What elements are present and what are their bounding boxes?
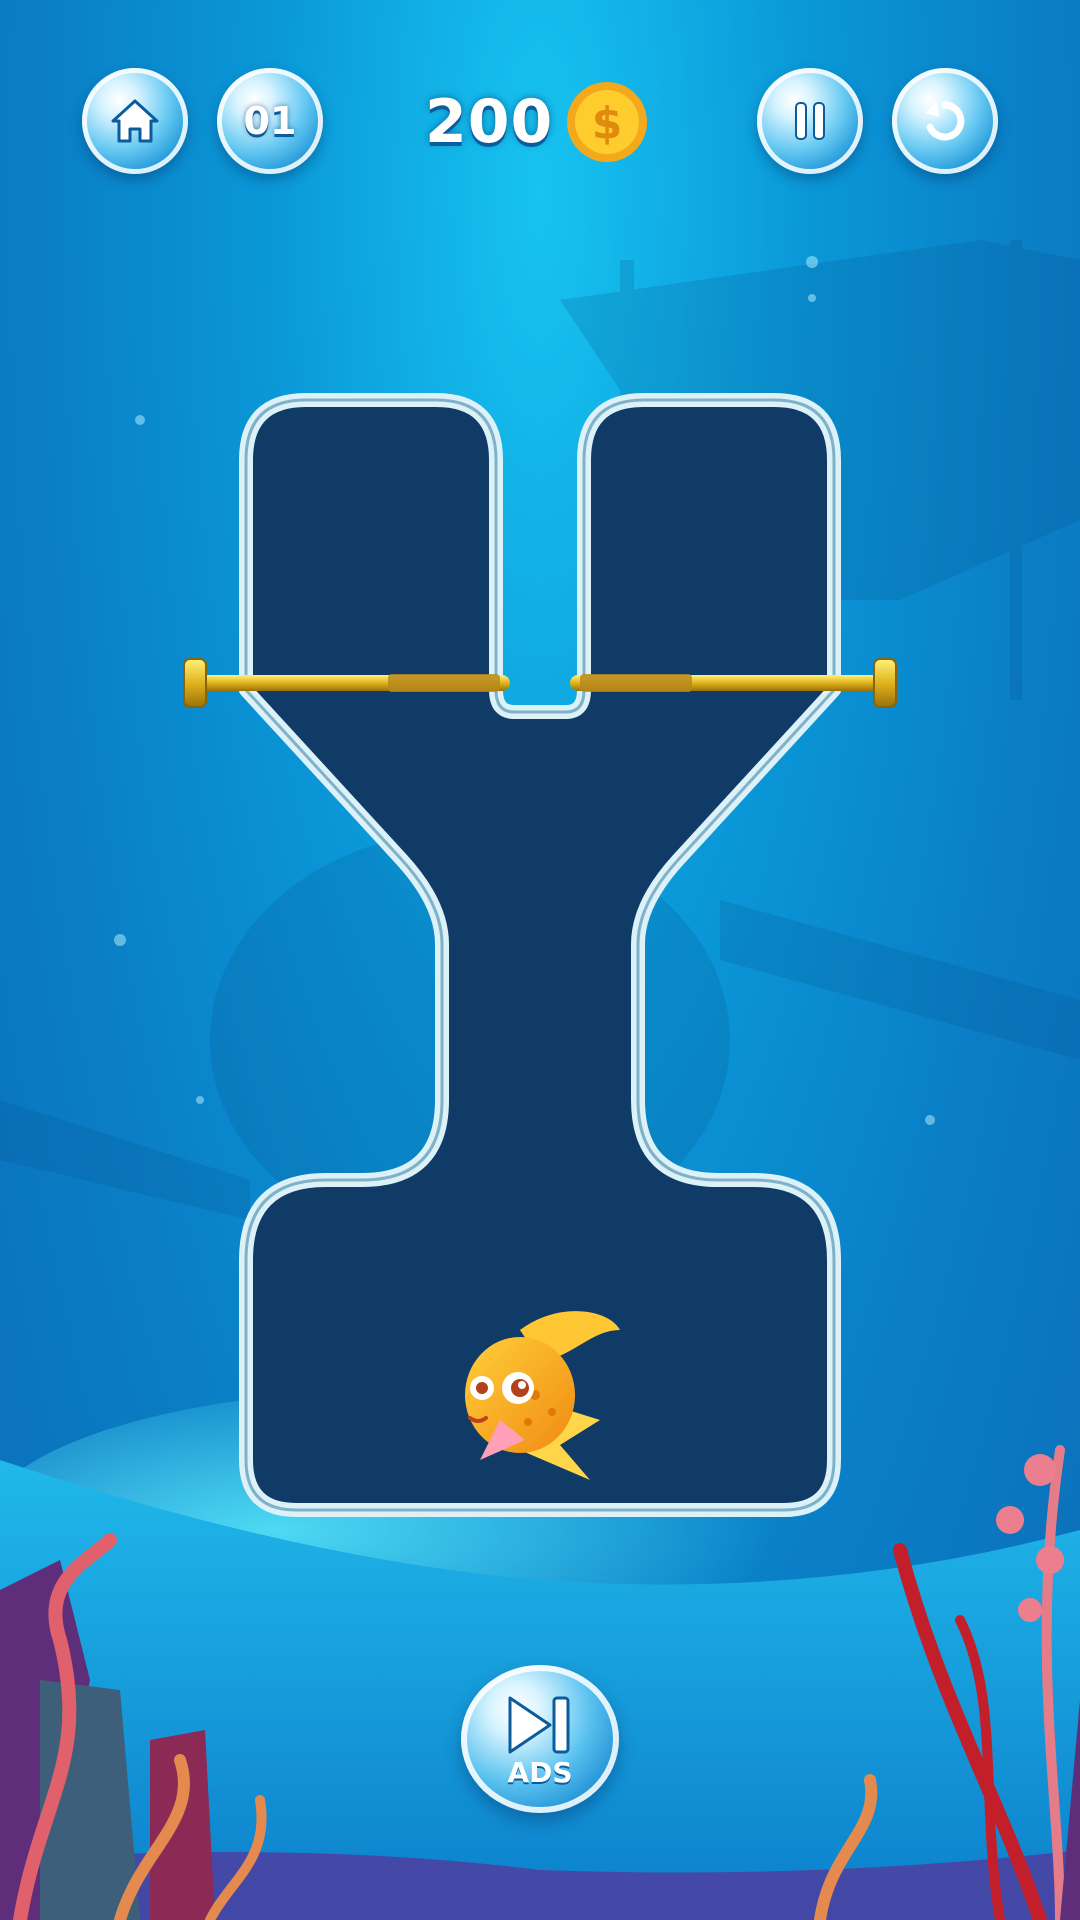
ads-label: ADS [507, 1755, 573, 1789]
pause-icon [795, 102, 825, 140]
coin-icon: $ [567, 82, 648, 162]
restart-button[interactable] [892, 68, 998, 174]
coin-count: 200 [425, 87, 554, 157]
level-number: 01 [243, 99, 297, 143]
game-scene [0, 240, 1080, 1920]
skip-icon [508, 1696, 570, 1753]
skip-level-ads-button[interactable]: ADS [461, 1665, 619, 1813]
home-icon [111, 99, 159, 143]
home-button[interactable] [82, 68, 188, 174]
restart-icon [925, 101, 965, 141]
pause-button[interactable] [757, 68, 863, 174]
svg-text:$: $ [592, 98, 623, 149]
level-indicator: 01 [217, 68, 323, 174]
coin-counter: 200 $ [425, 72, 651, 172]
